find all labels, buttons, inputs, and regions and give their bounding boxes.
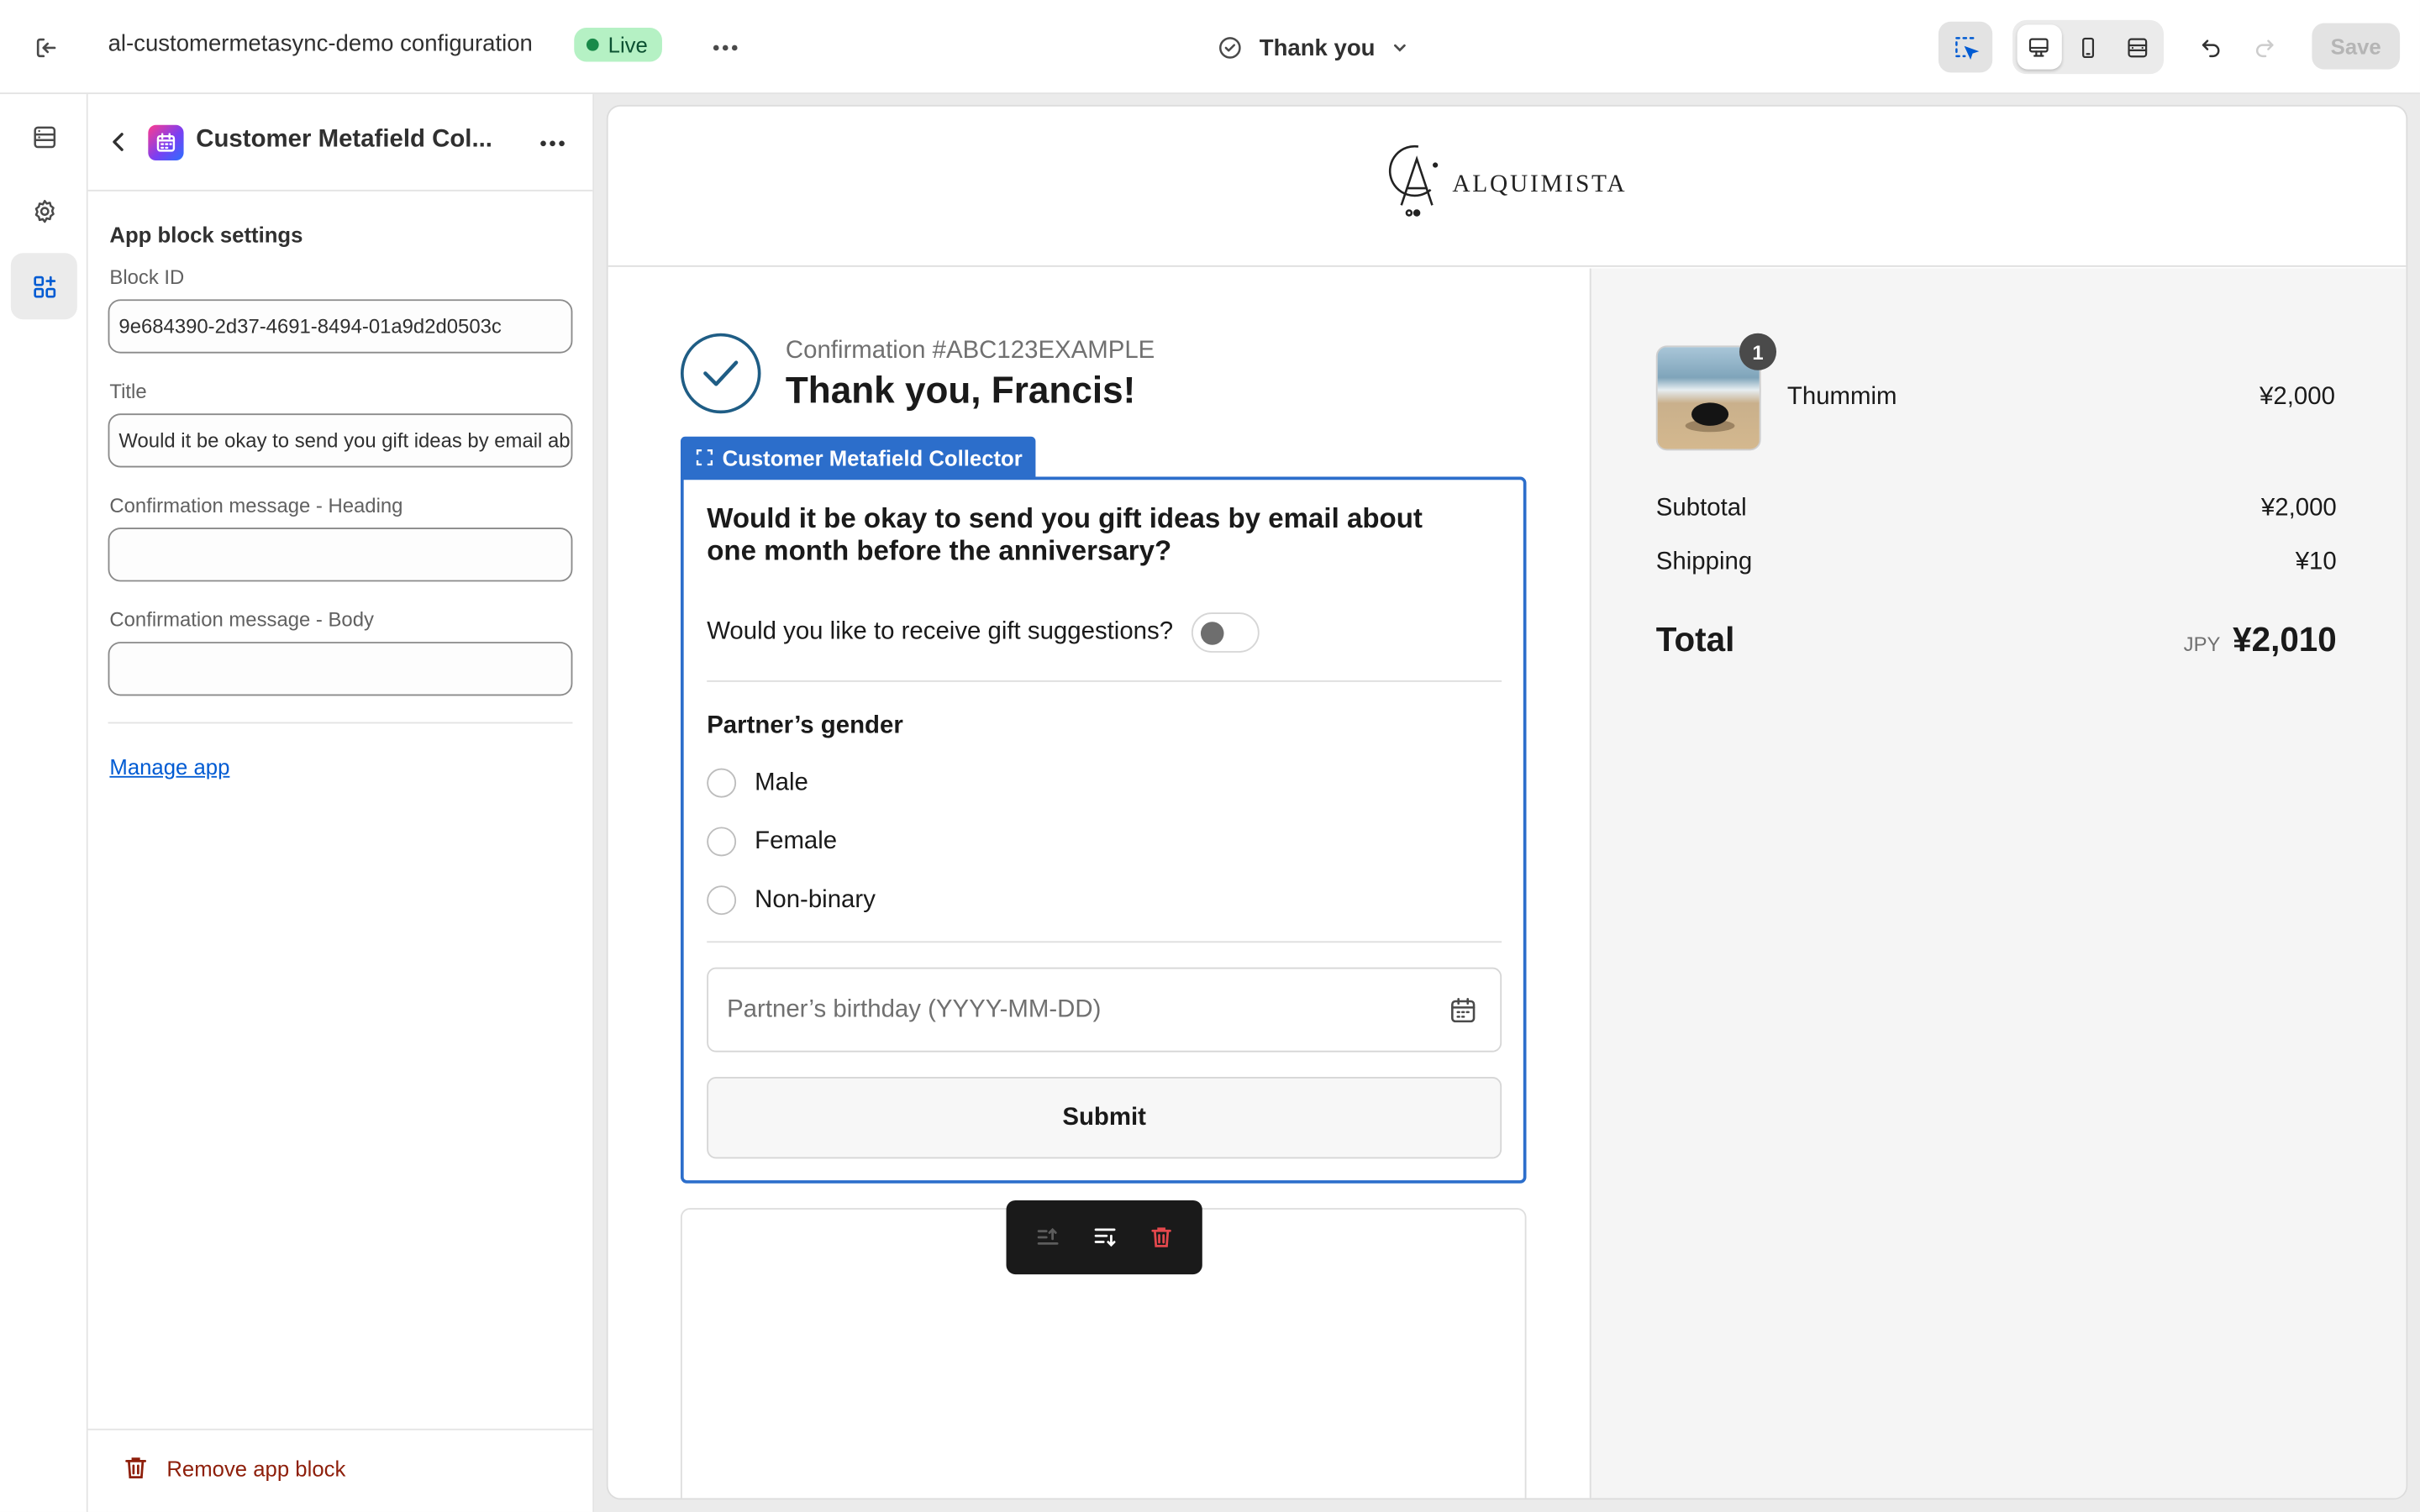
- selected-block-tag[interactable]: Customer Metafield Collector: [680, 436, 1037, 479]
- gender-option-label: Female: [755, 827, 838, 854]
- gender-option-female[interactable]: Female: [707, 827, 838, 857]
- trash-icon: [125, 1457, 147, 1479]
- total-value: ¥2,010: [2233, 620, 2337, 659]
- page-selector-label: Thank you: [1259, 34, 1376, 61]
- inspector-icon[interactable]: [1938, 21, 1993, 73]
- block-question-title: Would it be okay to send you gift ideas …: [707, 502, 1423, 567]
- apps-icon[interactable]: [10, 253, 77, 320]
- panel-title: Customer Metafield Col...: [196, 126, 492, 153]
- partner-birthday-input[interactable]: Partner’s birthday (YYYY-MM-DD): [707, 967, 1502, 1053]
- move-up-icon[interactable]: [1024, 1214, 1071, 1260]
- remove-app-block-button[interactable]: Remove app block: [124, 1455, 345, 1481]
- heading-field[interactable]: [108, 528, 573, 582]
- section-title: App block settings: [109, 222, 303, 247]
- store-logo[interactable]: ALQUIMISTA: [1387, 140, 1627, 221]
- shipping-row: Shipping ¥10: [1656, 549, 2337, 577]
- undo-icon[interactable]: [2191, 26, 2232, 69]
- thank-you-heading: Thank you, Francis!: [785, 370, 1136, 412]
- radio-button[interactable]: [707, 827, 737, 857]
- icon-rail: [0, 94, 88, 1512]
- gender-option-label: Male: [755, 769, 808, 795]
- toggle-label: Would you like to receive gift suggestio…: [707, 618, 1174, 645]
- total-label: Total: [1655, 620, 1735, 659]
- block-id-label: Block ID: [109, 265, 185, 289]
- settings-panel: Customer Metafield Col... App block sett…: [87, 94, 595, 1512]
- checkout-preview: ALQUIMISTA Confirmation #ABC123EXAMPLE T…: [608, 106, 2407, 1499]
- thumb-stone: [1691, 402, 1729, 426]
- body-field[interactable]: [108, 642, 573, 696]
- trash-icon[interactable]: [1139, 1214, 1185, 1260]
- panel-header: Customer Metafield Col...: [87, 94, 593, 192]
- exit-icon[interactable]: [24, 26, 67, 69]
- title-label: Title: [109, 379, 147, 403]
- status-badge-label: Live: [608, 32, 648, 57]
- thank-you-main: Confirmation #ABC123EXAMPLE Thank you, F…: [608, 268, 1590, 1499]
- divider: [707, 680, 1502, 682]
- store-header: ALQUIMISTA: [608, 107, 2407, 267]
- more-horizontal-icon[interactable]: [533, 125, 573, 162]
- store-config-name: al-customermetasync-demo configuration: [108, 30, 533, 57]
- manage-app-link[interactable]: Manage app: [109, 754, 229, 779]
- subtotal-row: Subtotal ¥2,000: [1656, 496, 2337, 523]
- title-field[interactable]: Would it be okay to send you gift ideas …: [108, 413, 573, 468]
- back-icon[interactable]: [103, 123, 134, 160]
- birthday-placeholder: Partner’s birthday (YYYY-MM-DD): [727, 996, 1102, 1023]
- order-summary: 1 Thummim ¥2,000 Subtotal ¥2,000 Shippin…: [1589, 268, 2407, 1499]
- live-dot-icon: [586, 38, 599, 51]
- heading-label: Confirmation message - Heading: [109, 493, 403, 517]
- block-toolbar: [1006, 1200, 1202, 1275]
- gender-option-label: Non-binary: [755, 886, 876, 913]
- confirmation-number: Confirmation #ABC123EXAMPLE: [785, 338, 1155, 365]
- gender-option-male[interactable]: Male: [707, 768, 808, 798]
- chevron-down-icon: [1394, 44, 1406, 52]
- block-id-field[interactable]: 9e684390-2d37-4691-8494-01a9d2d0503c: [108, 299, 573, 354]
- check-circle-icon: [680, 333, 761, 414]
- block-frame-icon: [696, 449, 713, 466]
- body-label: Confirmation message - Body: [109, 607, 374, 632]
- toggle-knob: [1201, 622, 1224, 645]
- viewport-switcher: [2012, 19, 2165, 75]
- app-logo-icon: [148, 124, 184, 161]
- fullwidth-icon[interactable]: [2115, 24, 2160, 69]
- total-row: Total JPY ¥2,010: [1656, 620, 2337, 660]
- top-bar: al-customermetasync-demo configuration L…: [0, 0, 2420, 95]
- radio-button[interactable]: [707, 885, 737, 916]
- shipping-value: ¥10: [2295, 549, 2337, 576]
- sections-icon[interactable]: [11, 103, 77, 170]
- logo-mark-icon: [1388, 144, 1439, 217]
- quantity-badge: 1: [1739, 333, 1777, 370]
- shipping-label: Shipping: [1655, 549, 1753, 576]
- subtotal-label: Subtotal: [1655, 495, 1747, 522]
- subtotal-value: ¥2,000: [2260, 495, 2337, 522]
- panel-footer: Remove app block: [87, 1428, 593, 1512]
- gender-option-non-binary[interactable]: Non-binary: [707, 885, 876, 916]
- gear-icon[interactable]: [11, 177, 77, 244]
- redo-icon[interactable]: [2244, 26, 2285, 69]
- status-badge: Live: [574, 28, 662, 62]
- logo-text: ALQUIMISTA: [1452, 171, 1628, 198]
- more-horizontal-icon[interactable]: [704, 26, 747, 69]
- total-amount: JPY ¥2,010: [2184, 620, 2337, 660]
- gender-title: Partner’s gender: [707, 712, 903, 739]
- gift-suggestions-row: Would you like to receive gift suggestio…: [707, 612, 1260, 653]
- mobile-icon[interactable]: [2066, 24, 2111, 69]
- radio-button[interactable]: [707, 768, 737, 798]
- save-button[interactable]: Save: [2312, 23, 2401, 70]
- product-name: Thummim: [1786, 384, 1897, 411]
- gift-suggestions-toggle[interactable]: [1192, 612, 1260, 653]
- desktop-icon[interactable]: [2017, 24, 2062, 70]
- check-circle-icon: [1219, 37, 1241, 59]
- submit-button[interactable]: Submit: [707, 1077, 1502, 1159]
- remove-app-block-label: Remove app block: [166, 1455, 346, 1481]
- move-down-icon[interactable]: [1081, 1214, 1128, 1260]
- customer-metafield-block[interactable]: Would it be okay to send you gift ideas …: [680, 476, 1527, 1184]
- product-price: ¥2,000: [2260, 384, 2335, 411]
- calendar-icon[interactable]: [1448, 995, 1479, 1026]
- total-currency: JPY: [2183, 633, 2221, 656]
- page-selector[interactable]: Thank you: [1216, 26, 1409, 69]
- divider: [108, 722, 573, 724]
- selected-block-tag-label: Customer Metafield Collector: [722, 444, 1023, 470]
- divider: [707, 941, 1502, 943]
